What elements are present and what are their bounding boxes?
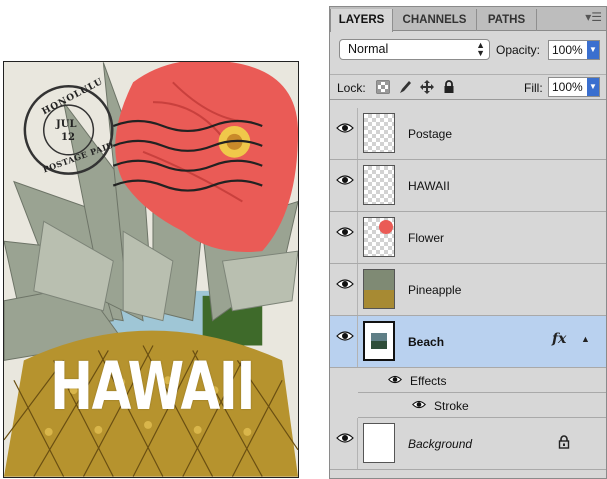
lock-all-icon[interactable] — [442, 80, 456, 94]
lock-position-icon[interactable] — [420, 80, 434, 94]
select-arrows-icon: ▲ ▼ — [476, 40, 485, 58]
tab-layers[interactable]: LAYERS — [330, 9, 393, 32]
fill-dropdown-icon[interactable]: ▼ — [587, 78, 599, 96]
opacity-label: Opacity: — [496, 43, 541, 57]
blend-mode-value: Normal — [348, 42, 389, 56]
layer-name: Postage — [408, 127, 453, 141]
fill-field[interactable]: 100% ▼ — [548, 77, 600, 97]
layer-row-background[interactable]: Background — [330, 418, 606, 470]
layer-thumbnail-postage — [363, 113, 395, 153]
pineapple-thumbnail-icon — [364, 270, 394, 308]
tab-channels[interactable]: CHANNELS — [393, 9, 477, 31]
postmark-day: 12 — [61, 132, 75, 143]
lock-image-icon[interactable] — [398, 80, 412, 94]
layer-name: Flower — [408, 231, 445, 245]
postmark-postage-paid: POSTAGE PAID — [41, 139, 115, 175]
opacity-dropdown-icon[interactable]: ▼ — [587, 41, 599, 59]
blend-row: Normal ▲ ▼ Opacity: 100% ▼ — [330, 37, 606, 63]
layers-panel: LAYERS CHANNELS PATHS ▾☰ Normal ▲ ▼ Opaci… — [329, 6, 607, 479]
eye-icon[interactable] — [336, 431, 354, 445]
layer-name: Beach — [408, 335, 445, 349]
eye-icon[interactable] — [336, 225, 354, 239]
eye-icon[interactable] — [336, 277, 354, 291]
fill-value: 100% — [552, 80, 583, 94]
layer-thumbnail-hawaii — [363, 165, 395, 205]
lock-label: Lock: — [337, 81, 366, 95]
eye-icon[interactable] — [336, 121, 354, 135]
layer-row-flower[interactable]: Flower — [330, 212, 606, 264]
layer-row-pineapple[interactable]: Pineapple — [330, 264, 606, 316]
layer-name: Background — [408, 437, 473, 451]
stroke-subrow[interactable]: Stroke — [358, 393, 606, 418]
layer-row-postage[interactable]: Postage — [330, 108, 606, 160]
layer-name: Pineapple — [408, 283, 462, 297]
effects-label: Effects — [410, 374, 447, 388]
lock-row: Lock: Fill: 100% ▼ — [330, 74, 606, 100]
layer-thumbnail-background — [363, 423, 395, 463]
layer-row-beach[interactable]: Beach fx ▲ — [330, 316, 606, 368]
layer-name: HAWAII — [408, 179, 450, 193]
eye-icon[interactable] — [336, 329, 354, 343]
stroke-label: Stroke — [434, 399, 469, 413]
effects-collapse-icon[interactable]: ▲ — [581, 334, 590, 344]
layer-thumbnail-beach — [363, 321, 395, 361]
layer-lock-icon — [558, 435, 570, 449]
beach-thumbnail-icon — [371, 333, 387, 349]
fill-label: Fill: — [524, 81, 543, 95]
eye-icon[interactable] — [412, 399, 426, 410]
flower-thumbnail-icon — [379, 220, 393, 234]
postmark-stamp: HONOLULU JUL 12 POSTAGE PAID — [25, 77, 115, 175]
postmark-month: JUL — [56, 119, 77, 130]
panel-tab-bar: LAYERS CHANNELS PATHS ▾☰ — [330, 7, 606, 32]
panel-menu-icon[interactable]: ▾☰ — [585, 10, 602, 24]
eye-icon[interactable] — [336, 173, 354, 187]
hawaii-title-text: HAWAII — [50, 348, 255, 425]
opacity-field[interactable]: 100% ▼ — [548, 40, 600, 60]
eye-icon[interactable] — [388, 374, 402, 385]
blend-mode-select[interactable]: Normal ▲ ▼ — [339, 39, 490, 60]
layer-row-hawaii[interactable]: HAWAII — [330, 160, 606, 212]
layer-effects-icon[interactable]: fx — [552, 331, 566, 347]
effects-subrow[interactable]: Effects — [358, 368, 606, 393]
layer-thumbnail-flower — [363, 217, 395, 257]
tab-paths[interactable]: PATHS — [477, 9, 537, 31]
postcard-artwork: HONOLULU JUL 12 POSTAGE PAID HAWAII — [3, 61, 299, 478]
lock-transparent-icon[interactable] — [376, 80, 390, 94]
opacity-value: 100% — [552, 43, 583, 57]
layer-thumbnail-pineapple — [363, 269, 395, 309]
